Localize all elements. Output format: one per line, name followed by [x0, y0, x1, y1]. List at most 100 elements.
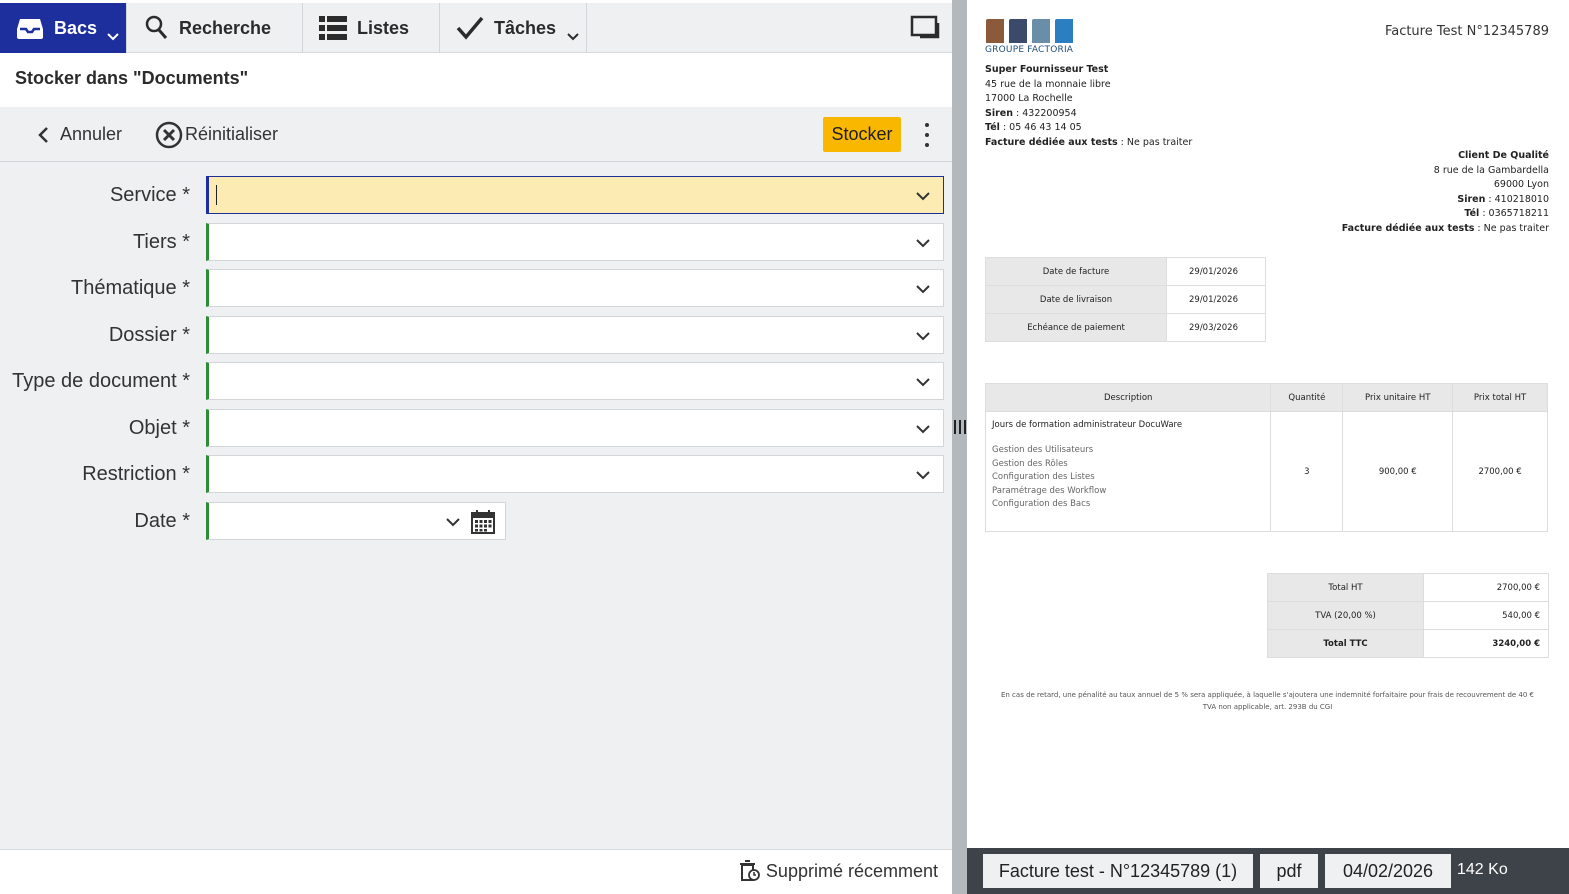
- date-chip[interactable]: 04/02/2026: [1325, 854, 1451, 888]
- column-header: Prix unitaire HT: [1342, 383, 1454, 412]
- chevron-down-icon[interactable]: [915, 329, 931, 347]
- recently-deleted-button[interactable]: Supprimé récemment: [739, 860, 938, 882]
- payment-note: En cas de retard, une pénalité au taux a…: [985, 690, 1550, 713]
- chevron-down-icon[interactable]: [566, 26, 580, 47]
- item-unit-price: 900,00 €: [1342, 411, 1454, 532]
- field-row-tiers: Tiers *: [0, 223, 952, 263]
- field-label: Date *: [134, 510, 190, 532]
- item-description: Jours de formation administrateur DocuWa…: [984, 411, 1272, 532]
- type-document-select[interactable]: [206, 362, 944, 400]
- tab-recherche[interactable]: Recherche: [127, 3, 303, 53]
- restriction-select[interactable]: [206, 455, 944, 493]
- field-label: Type de document *: [12, 370, 190, 392]
- tab-listes[interactable]: Listes: [303, 3, 440, 53]
- client-address1: 8 rue de la Gambardella: [1433, 164, 1549, 176]
- client-tel: Tél : 0365718211: [1464, 208, 1549, 219]
- chevron-down-icon[interactable]: [106, 26, 120, 47]
- supplier-name: Super Fournisseur Test: [985, 64, 1109, 75]
- totals-table: Total HT 2700,00 € TVA (20,00 %) 540,00 € …: [1267, 573, 1549, 658]
- item-lines: Gestion des Utilisateurs Gestion des Rôl…: [992, 444, 1264, 512]
- field-label: Restriction *: [82, 463, 190, 485]
- tiers-select[interactable]: [206, 223, 944, 261]
- total-value: 540,00 €: [1423, 601, 1549, 630]
- dossier-select[interactable]: [206, 316, 944, 354]
- search-icon: [145, 15, 169, 41]
- filetype-chip[interactable]: pdf: [1260, 854, 1318, 888]
- supplier-block: Super Fournisseur Test 45 rue de la monn…: [985, 63, 1192, 150]
- total-value: 2700,00 €: [1423, 573, 1549, 602]
- item-line: Gestion des Rôles: [992, 458, 1068, 469]
- field-row-restriction: Restriction *: [0, 455, 952, 495]
- column-header: Prix total HT: [1452, 383, 1548, 412]
- field-row-date: Date *: [0, 502, 952, 542]
- table-row: Date de livraison 29/01/2026: [985, 285, 1266, 314]
- app-root: Bacs Recherche Listes Tâches Stocker dan…: [0, 0, 1569, 894]
- date-value: 29/03/2026: [1166, 313, 1266, 342]
- pane-splitter[interactable]: [952, 0, 967, 894]
- tab-bacs[interactable]: Bacs: [0, 3, 127, 53]
- inbox-icon: [16, 16, 44, 40]
- objet-select[interactable]: [206, 409, 944, 447]
- service-select[interactable]: [206, 176, 944, 214]
- invoice-title: Facture Test N°12345789: [1384, 24, 1549, 39]
- dates-table: Date de facture 29/01/2026 Date de livrai…: [985, 257, 1266, 342]
- logo-text: GROUPE FACTORIA: [985, 45, 1074, 55]
- tab-taches[interactable]: Tâches: [440, 3, 587, 53]
- splitter-grip-icon[interactable]: [954, 420, 966, 434]
- table-row: Date de facture 29/01/2026: [985, 257, 1266, 286]
- total-value: 3240,00 €: [1423, 629, 1549, 658]
- chevron-down-icon[interactable]: [445, 515, 461, 533]
- reset-button[interactable]: Réinitialiser: [155, 107, 278, 162]
- table-row: Total HT 2700,00 €: [1267, 573, 1549, 602]
- filename-chip[interactable]: Facture test - N°12345789 (1): [983, 854, 1253, 888]
- chevron-down-icon[interactable]: [915, 236, 931, 254]
- top-navigation: Bacs Recherche Listes Tâches: [0, 0, 952, 53]
- page-title: Stocker dans "Documents": [15, 68, 249, 88]
- client-address2: 69000 Lyon: [1493, 179, 1549, 190]
- date-label: Date de facture: [985, 257, 1167, 286]
- item-line: Configuration des Bacs: [992, 499, 1091, 509]
- close-circle-icon: [155, 121, 183, 149]
- total-label: Total TTC: [1267, 629, 1424, 658]
- item-total: 2700,00 €: [1452, 411, 1548, 532]
- field-row-thematique: Thématique *: [0, 269, 952, 309]
- column-header: Quantité: [1270, 383, 1344, 412]
- cancel-button[interactable]: Annuler: [36, 107, 122, 162]
- reset-label: Réinitialiser: [185, 124, 279, 144]
- chevron-down-icon[interactable]: [915, 375, 931, 393]
- list-icon: [319, 15, 347, 41]
- field-label: Objet *: [128, 417, 190, 439]
- calendar-icon[interactable]: [471, 510, 495, 539]
- thematique-select[interactable]: [206, 269, 944, 307]
- trash-clock-icon: [739, 860, 760, 882]
- item-title: Jours de formation administrateur DocuWa…: [992, 420, 1183, 430]
- date-input[interactable]: [206, 502, 506, 540]
- chevron-down-icon[interactable]: [915, 189, 931, 207]
- chevron-down-icon[interactable]: [915, 282, 931, 300]
- invoice-page: GROUPE FACTORIA Facture Test N°12345789 …: [967, 0, 1569, 848]
- tab-label: Listes: [357, 17, 410, 38]
- field-row-dossier: Dossier *: [0, 316, 952, 356]
- note-line: TVA non applicable, art. 293B du CGI: [1202, 702, 1333, 711]
- note-line: En cas de retard, une pénalité au taux a…: [1000, 691, 1535, 699]
- total-label: Total HT: [1267, 573, 1424, 602]
- client-block: Client De Qualité 8 rue de la Gambardell…: [1342, 149, 1549, 236]
- column-header: Description: [984, 383, 1272, 412]
- client-note: Facture dédiée aux tests : Ne pas traite…: [1341, 222, 1549, 234]
- tab-label: Tâches: [494, 17, 557, 38]
- item-line: Configuration des Listes: [992, 472, 1095, 482]
- total-label: TVA (20,00 %): [1267, 601, 1424, 630]
- checkmark-icon: [456, 16, 484, 40]
- field-row-objet: Objet *: [0, 409, 952, 449]
- date-value: 29/01/2026: [1166, 285, 1266, 314]
- table-header-row: Description Quantité Prix unitaire HT Pr…: [984, 383, 1548, 412]
- document-viewer: GROUPE FACTORIA Facture Test N°12345789 …: [967, 0, 1569, 894]
- window-mode-icon[interactable]: [910, 15, 942, 46]
- recently-deleted-label: Supprimé récemment: [765, 860, 938, 881]
- store-button[interactable]: Stocker: [823, 117, 901, 152]
- tab-label: Bacs: [54, 17, 98, 38]
- chevron-down-icon[interactable]: [915, 422, 931, 440]
- chevron-down-icon[interactable]: [915, 468, 931, 486]
- supplier-address1: 45 rue de la monnaie libre: [985, 78, 1111, 90]
- more-options-icon[interactable]: [918, 123, 936, 147]
